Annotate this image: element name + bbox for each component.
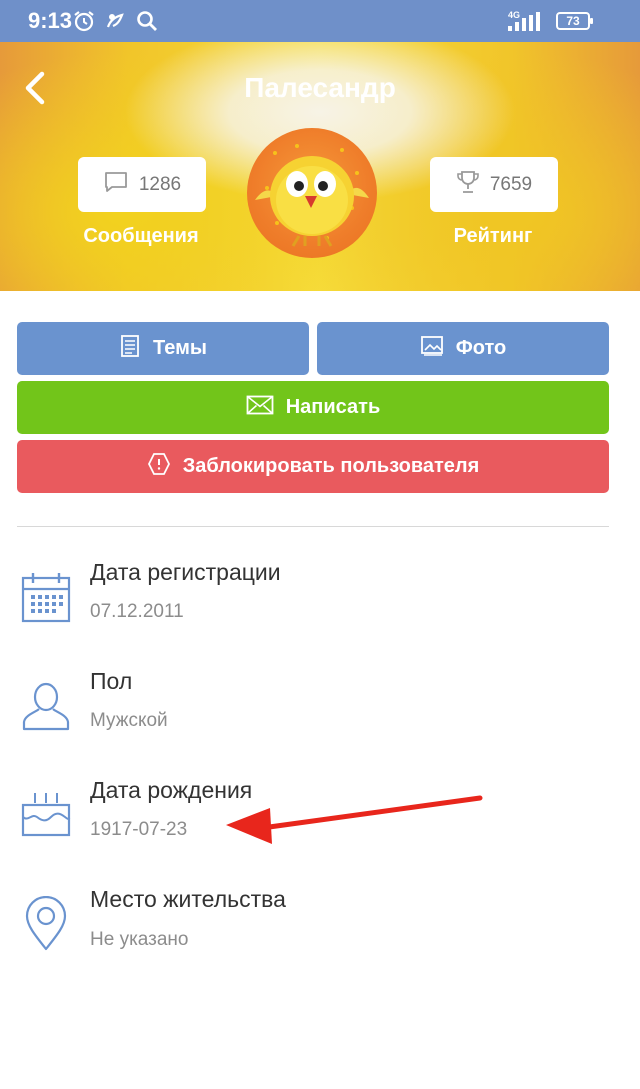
signal-icon [506,12,544,37]
rating-label: Рейтинг [453,225,533,247]
write-button-label: Написать [285,396,381,418]
status-time: 9:13 [28,8,73,33]
block-button-label: Заблокировать пользователя [182,455,480,477]
calendar-icon [20,570,72,629]
rating-stat[interactable]: 7659 [430,157,558,212]
status-bar: 9:13 4G 73 [0,0,640,42]
topics-button[interactable]: Темы [17,322,309,375]
chick-avatar-image [255,144,369,247]
photo-button[interactable]: Фото [317,322,609,375]
trophy-icon [456,169,480,201]
alarm-icon [72,9,96,38]
registration-date-value: 07.12.2011 [90,601,184,622]
page-title: Палесандр [244,72,396,103]
divider [17,526,609,527]
messages-stat[interactable]: 1286 [78,157,206,212]
messages-label: Сообщения [83,225,199,247]
search-icon [135,9,159,38]
warning-hexagon-icon [147,452,171,482]
topics-button-label: Темы [153,337,207,359]
avatar [247,128,377,258]
write-message-button[interactable]: Написать [17,381,609,434]
chat-bubble-icon [103,169,129,201]
photo-button-label: Фото [455,337,507,359]
envelope-icon [246,395,274,421]
gender-label: Пол [90,668,133,694]
app-notification-icon [104,9,128,38]
birth-date-value: 1917-07-23 [90,819,188,840]
rating-count: 7659 [489,173,533,195]
block-user-button[interactable]: Заблокировать пользователя [17,440,609,493]
birthday-cake-icon [20,790,72,843]
profile-header: Палесандр 1286 Сообщения 7659 Рейтинг [0,42,640,291]
location-pin-icon [20,895,72,957]
image-icon [420,335,444,363]
residence-value: Не указано [90,929,189,950]
document-icon [119,334,141,364]
gender-value: Мужской [90,710,168,731]
annotation-arrow [226,795,483,844]
battery-indicator: 73 [556,12,593,30]
registration-date-label: Дата регистрации [90,559,281,585]
person-icon [20,680,72,737]
residence-label: Место жительства [90,886,286,912]
messages-count: 1286 [138,173,182,195]
